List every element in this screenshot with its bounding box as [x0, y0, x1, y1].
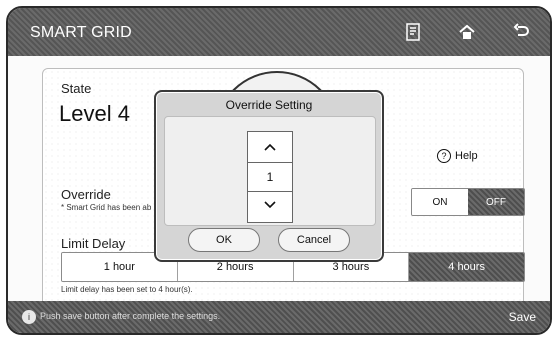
limit-delay-label: Limit Delay: [61, 236, 126, 251]
save-button[interactable]: Save: [509, 310, 536, 324]
top-bar: SMART GRID: [8, 8, 550, 56]
override-value-stepper: 1: [247, 131, 293, 223]
override-label: Override: [61, 187, 111, 202]
override-note: * Smart Grid has been ab: [61, 203, 152, 212]
override-setting-dialog: Override Setting 1 OK Cancel: [154, 90, 384, 262]
device-frame: SMART GRID State Level 4 2 Le: [6, 6, 552, 335]
override-toggle[interactable]: ON OFF: [411, 188, 525, 216]
limit-delay-option-4-hours[interactable]: 4 hours: [409, 253, 524, 281]
dialog-title: Override Setting: [225, 98, 313, 112]
chevron-up-icon: [264, 143, 276, 151]
limit-delay-status: Limit delay has been set to 4 hour(s).: [61, 285, 193, 294]
help-label: Help: [455, 150, 478, 162]
override-off-option[interactable]: OFF: [468, 189, 524, 215]
footer-note: Push save button after complete the sett…: [40, 311, 221, 321]
dialog-actions: OK Cancel: [164, 228, 374, 252]
help-button[interactable]: ? Help: [437, 149, 478, 163]
app-title: SMART GRID: [30, 24, 132, 41]
bottom-bar: i Push save button after complete the se…: [8, 301, 550, 333]
info-icon: i: [22, 310, 36, 324]
override-value[interactable]: 1: [248, 162, 292, 192]
state-label: State: [61, 81, 92, 96]
back-icon[interactable]: [510, 21, 532, 43]
home-icon[interactable]: [456, 21, 478, 43]
cancel-button[interactable]: Cancel: [278, 228, 350, 252]
help-icon: ?: [437, 149, 451, 163]
dialog-body: 1: [164, 116, 376, 226]
state-value: Level 4: [59, 101, 130, 126]
increment-button[interactable]: [248, 138, 292, 156]
chevron-down-icon: [264, 201, 276, 209]
ok-button[interactable]: OK: [188, 228, 260, 252]
decrement-button[interactable]: [248, 196, 292, 214]
override-on-option[interactable]: ON: [412, 189, 468, 215]
document-icon[interactable]: [402, 21, 424, 43]
